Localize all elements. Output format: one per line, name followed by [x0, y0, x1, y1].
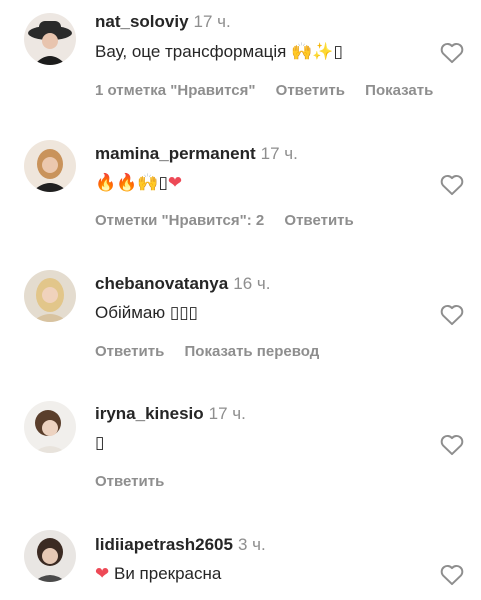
comment-header: nat_soloviy 17 ч. [95, 12, 231, 32]
likes-count-link[interactable]: Отметки "Нравится": 2 [95, 212, 264, 229]
username[interactable]: nat_soloviy [95, 12, 189, 31]
comment-text: 🔥🔥🙌▯❤ [95, 173, 182, 193]
sparkles-emoji: ✨ [312, 42, 334, 62]
comment-body: Ви прекрасна [113, 564, 222, 583]
raised-hands-emoji: 🙌 [137, 173, 159, 193]
red-heart-emoji: ❤ [167, 173, 183, 193]
comment-text: ❤ Ви прекрасна [95, 564, 221, 584]
comment-header: chebanovatanya 16 ч. [95, 274, 270, 294]
fire-emoji: 🔥 [116, 173, 138, 193]
timestamp[interactable]: 17 ч. [261, 144, 298, 163]
unknown-emoji: ▯ [95, 433, 105, 453]
reply-button[interactable]: Ответить [95, 473, 164, 490]
timestamp[interactable]: 17 ч. [194, 12, 231, 31]
comment-text: Вау, оце трансформація 🙌✨▯ [95, 42, 343, 62]
comment-text: ▯ [95, 433, 104, 453]
avatar[interactable] [24, 401, 76, 453]
timestamp[interactable]: 3 ч. [238, 535, 266, 554]
comment-header: iryna_kinesio 17 ч. [95, 404, 246, 424]
username[interactable]: chebanovatanya [95, 274, 228, 293]
comment-actions: Ответить Показать перевод [95, 343, 335, 360]
timestamp[interactable]: 16 ч. [233, 274, 270, 293]
heart-outline-icon[interactable] [439, 432, 465, 456]
timestamp[interactable]: 17 ч. [209, 404, 246, 423]
comment-header: lidiiapetrash2605 3 ч. [95, 535, 266, 555]
avatar[interactable] [24, 270, 76, 322]
reply-button[interactable]: Ответить [276, 82, 345, 99]
heart-outline-icon[interactable] [439, 562, 465, 586]
avatar[interactable] [24, 13, 76, 65]
avatar[interactable] [24, 140, 76, 192]
show-translation-button[interactable]: Показать [365, 82, 433, 99]
username[interactable]: mamina_permanent [95, 144, 256, 163]
heart-outline-icon[interactable] [439, 302, 465, 326]
comment-text: Обіймаю ▯▯▯ [95, 303, 198, 323]
comment-header: mamina_permanent 17 ч. [95, 144, 298, 164]
username[interactable]: lidiiapetrash2605 [95, 535, 233, 554]
likes-count-link[interactable]: 1 отметка "Нравится" [95, 82, 256, 99]
comment-actions: 1 отметка "Нравится" Ответить Показать [95, 82, 449, 99]
unknown-emoji: ▯ [333, 42, 343, 62]
show-translation-button[interactable]: Показать перевод [185, 343, 320, 360]
comment-actions: Ответить [95, 473, 180, 490]
avatar[interactable] [24, 530, 76, 582]
red-heart-emoji: ❤ [95, 564, 110, 584]
heart-outline-icon[interactable] [439, 40, 465, 64]
reply-button[interactable]: Ответить [284, 212, 353, 229]
comment-body: Вау, оце трансформація [95, 42, 287, 61]
unknown-emoji: ▯ [158, 173, 168, 193]
heart-outline-icon[interactable] [439, 172, 465, 196]
reply-button[interactable]: Ответить [95, 343, 164, 360]
fire-emoji: 🔥 [95, 173, 117, 193]
raised-hands-emoji: 🙌 [291, 42, 313, 62]
comment-actions: Отметки "Нравится": 2 Ответить [95, 212, 370, 229]
username[interactable]: iryna_kinesio [95, 404, 204, 423]
comment-body: Обіймаю ▯▯▯ [95, 303, 198, 322]
